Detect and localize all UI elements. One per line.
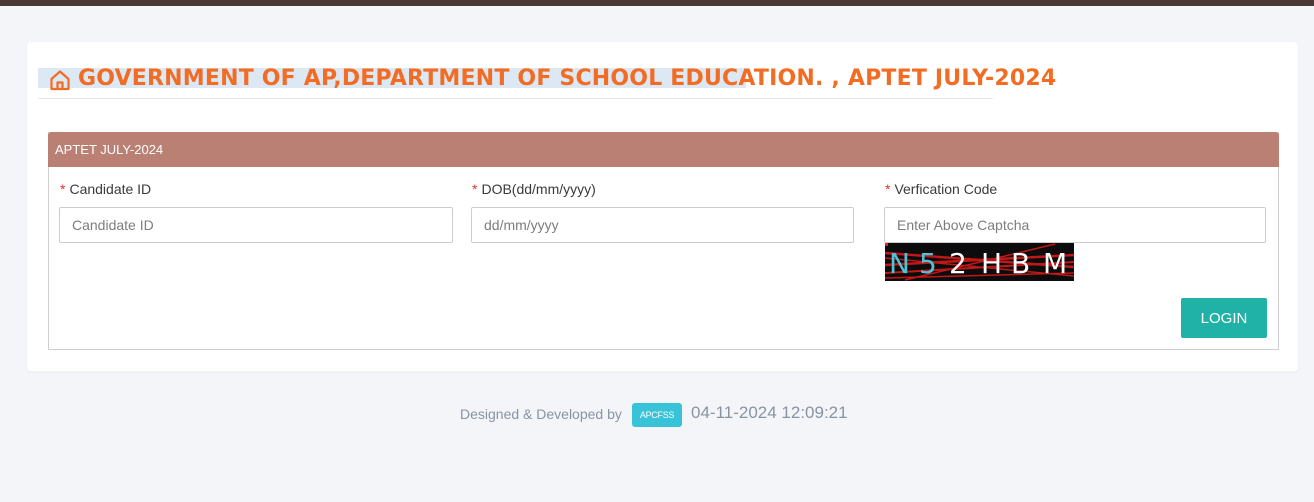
captcha-char: M [1043, 247, 1067, 280]
verification-code-input[interactable] [884, 207, 1266, 243]
captcha-char: 2 [949, 247, 967, 280]
candidate-id-label-text: Candidate ID [69, 181, 152, 197]
dob-label-text: DOB(dd/mm/yyyy) [481, 181, 596, 197]
page-header: GOVERNMENT OF AP,DEPARTMENT OF SCHOOL ED… [38, 66, 1056, 99]
verification-label: * Verfication Code [885, 181, 997, 197]
footer-timestamp: 04-11-2024 12:09:21 [691, 403, 848, 422]
required-marker: * [885, 181, 891, 197]
captcha-char: H [981, 247, 1002, 280]
top-bar [0, 0, 1314, 6]
apcfss-badge[interactable]: APCFSS [632, 403, 682, 427]
login-panel: APTET JULY-2024 *Candidate ID *DOB(dd/mm… [48, 132, 1279, 350]
panel-heading-text: APTET JULY-2024 [55, 142, 164, 157]
verification-label-text: Verfication Code [894, 181, 998, 197]
candidate-id-input[interactable] [59, 207, 453, 243]
required-marker: * [472, 181, 478, 197]
footer: Designed & Developed by APCFSS 04-11-202… [0, 402, 1314, 432]
captcha-char: B [1011, 247, 1030, 280]
captcha-char: N [889, 247, 910, 280]
captcha-image: N52HBM [885, 243, 1074, 281]
home-icon [50, 70, 70, 91]
panel-heading: APTET JULY-2024 [48, 132, 1279, 167]
captcha-char: 5 [919, 247, 937, 280]
dob-label: * DOB(dd/mm/yyyy) [472, 181, 596, 197]
dob-input[interactable] [471, 207, 854, 243]
required-marker: * [60, 181, 66, 197]
footer-credit: Designed & Developed by [460, 406, 622, 422]
page-title: GOVERNMENT OF AP,DEPARTMENT OF SCHOOL ED… [78, 66, 1057, 91]
candidate-id-label: * Candidate ID [60, 181, 151, 197]
login-button[interactable]: LOGIN [1181, 298, 1267, 338]
